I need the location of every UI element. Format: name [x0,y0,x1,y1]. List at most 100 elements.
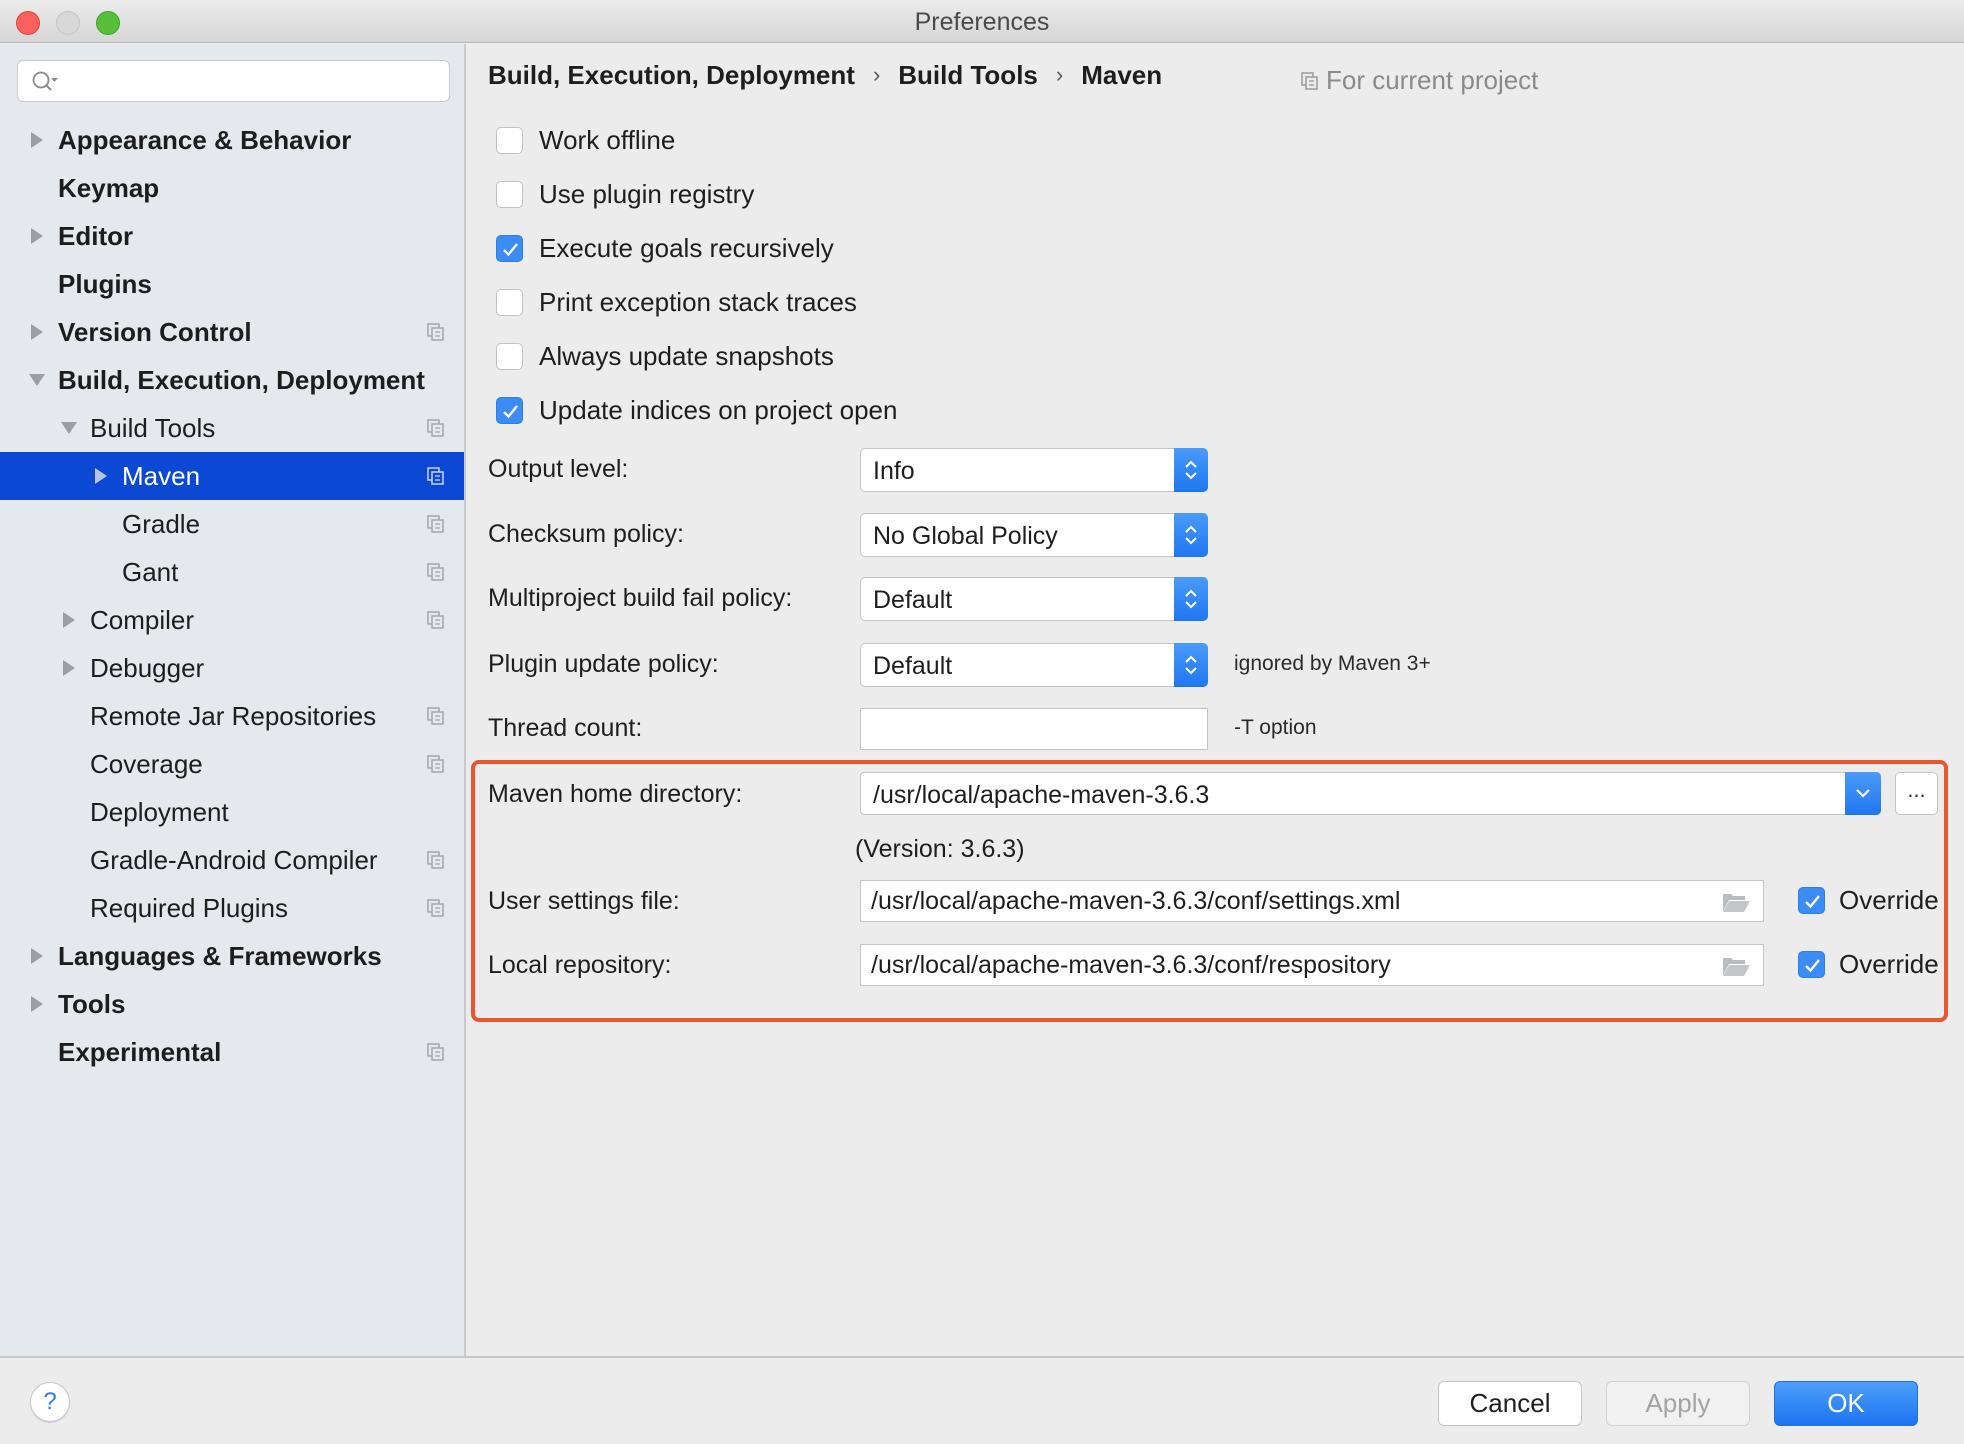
sidebar-item-languages-frameworks[interactable]: Languages & Frameworks [0,932,464,980]
sidebar-item-build-execution-deployment[interactable]: Build, Execution, Deployment [0,356,464,404]
project-scope-icon [427,1043,444,1061]
checkbox[interactable] [496,180,523,208]
plugin-update-policy-value: Default [873,652,953,680]
collapsed-arrow-icon[interactable] [92,467,110,485]
user-settings-input[interactable] [861,881,1763,921]
expanded-arrow-icon[interactable] [60,419,78,437]
updown-arrows-icon [1174,643,1208,687]
folder-icon[interactable] [1721,955,1751,977]
checksum-policy-value: No Global Policy [873,522,1058,550]
local-repository-override[interactable]: Override [1798,949,1939,980]
sidebar-item-keymap[interactable]: Keymap [0,164,464,212]
sidebar-item-label: Deployment [90,797,229,827]
sidebar-item-experimental[interactable]: Experimental [0,1028,464,1076]
browse-maven-home-button[interactable]: ... [1895,772,1938,815]
breadcrumb: Build, Execution, Deployment › Build Tools… [488,60,1162,91]
project-scope-icon [427,323,444,341]
sidebar-item-label: Required Plugins [90,893,289,923]
breadcrumb-separator: › [872,62,881,87]
maven-home-select[interactable]: /usr/local/apache-maven-3.6.3 [860,772,1881,815]
option-execute-goals-recursively[interactable]: Execute goals recursively [496,232,834,264]
sidebar-item-build-tools[interactable]: Build Tools [0,404,464,452]
search-box[interactable] [17,60,450,102]
output-level-select[interactable]: Info [860,448,1208,492]
updown-arrows-icon [1174,448,1208,492]
collapsed-arrow-icon[interactable] [28,995,46,1013]
local-repository-override-checkbox[interactable] [1798,951,1825,978]
sidebar-item-gradle-android-compiler[interactable]: Gradle-Android Compiler [0,836,464,884]
user-settings-override[interactable]: Override [1798,885,1939,916]
sidebar-item-label: Languages & Frameworks [58,941,382,971]
option-update-indices-on-project-open[interactable]: Update indices on project open [496,394,897,426]
project-scope-icon [427,611,444,629]
sidebar-item-appearance-behavior[interactable]: Appearance & Behavior [0,116,464,164]
user-settings-field[interactable] [860,880,1764,922]
project-scope-icon [427,467,444,485]
thread-count-input[interactable] [861,709,1207,749]
sidebar-item-required-plugins[interactable]: Required Plugins [0,884,464,932]
sidebar-item-label: Experimental [58,1037,222,1067]
collapsed-arrow-icon[interactable] [60,659,78,677]
sidebar-item-tools[interactable]: Tools [0,980,464,1028]
collapsed-arrow-icon[interactable] [60,611,78,629]
collapsed-arrow-icon[interactable] [28,947,46,965]
sidebar-item-gradle[interactable]: Gradle [0,500,464,548]
checkbox-label: Execute goals recursively [539,232,834,263]
checksum-policy-select[interactable]: No Global Policy [860,513,1208,557]
updown-arrows-icon [1174,577,1208,621]
sidebar-item-label: Gradle [122,509,201,539]
project-scope-icon [427,899,444,917]
checkbox-label: Use plugin registry [539,178,755,209]
sidebar-item-debugger[interactable]: Debugger [0,644,464,692]
project-scope-icon [427,851,444,869]
apply-button[interactable]: Apply [1606,1381,1750,1426]
sidebar-item-compiler[interactable]: Compiler [0,596,464,644]
checkbox[interactable] [496,342,523,370]
local-repository-input[interactable] [861,945,1763,985]
user-settings-override-checkbox[interactable] [1798,887,1825,914]
option-always-update-snapshots[interactable]: Always update snapshots [496,340,834,372]
expanded-arrow-icon[interactable] [28,371,46,389]
window-title: Preferences [914,8,1050,36]
folder-icon[interactable] [1721,891,1751,913]
output-level-label: Output level: [488,455,629,483]
search-input[interactable] [64,65,439,97]
checkbox[interactable] [496,126,523,154]
checkmark-icon [503,242,518,256]
sidebar-item-deployment[interactable]: Deployment [0,788,464,836]
sidebar-item-label: Gant [122,557,179,587]
plugin-update-policy-select[interactable]: Default [860,643,1208,687]
cancel-button[interactable]: Cancel [1438,1381,1582,1426]
sidebar-item-plugins[interactable]: Plugins [0,260,464,308]
sidebar-item-coverage[interactable]: Coverage [0,740,464,788]
breadcrumb-item: Build Tools [898,60,1038,90]
sidebar-item-maven[interactable]: Maven [0,452,464,500]
ok-button[interactable]: OK [1774,1381,1918,1426]
sidebar-item-label: Debugger [90,653,205,683]
sidebar-item-editor[interactable]: Editor [0,212,464,260]
thread-count-hint: -T option [1234,716,1317,739]
checkbox[interactable] [496,396,523,424]
option-use-plugin-registry[interactable]: Use plugin registry [496,178,754,210]
collapsed-arrow-icon[interactable] [28,131,46,149]
multiproject-fail-policy-select[interactable]: Default [860,577,1208,621]
checksum-policy-label: Checksum policy: [488,520,684,548]
sidebar-item-remote-jar-repositories[interactable]: Remote Jar Repositories [0,692,464,740]
help-button[interactable]: ? [30,1382,70,1422]
thread-count-field[interactable] [860,708,1208,750]
sidebar-item-gant[interactable]: Gant [0,548,464,596]
checkbox[interactable] [496,288,523,316]
chevron-down-icon[interactable] [1845,772,1881,815]
project-scope-icon [427,707,444,725]
sidebar-item-label: Maven [122,461,201,491]
collapsed-arrow-icon[interactable] [28,323,46,341]
checkbox[interactable] [496,234,523,262]
option-work-offline[interactable]: Work offline [496,124,675,156]
search-icon [32,71,58,91]
local-repository-field[interactable] [860,944,1764,986]
sidebar-item-label: Build Tools [90,413,216,443]
collapsed-arrow-icon[interactable] [28,227,46,245]
option-print-exception-stack-traces[interactable]: Print exception stack traces [496,286,857,318]
updown-arrows-icon [1174,513,1208,557]
sidebar-item-version-control[interactable]: Version Control [0,308,464,356]
